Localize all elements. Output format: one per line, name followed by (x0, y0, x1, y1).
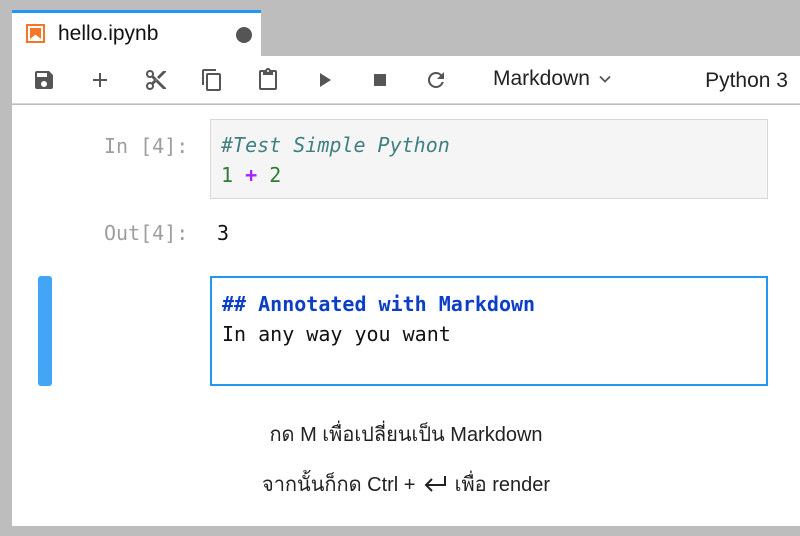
copy-icon[interactable] (199, 67, 225, 93)
notebook-toolbar: Markdown Python 3 (12, 56, 800, 104)
return-key-icon (424, 476, 447, 492)
cell-type-dropdown[interactable]: Markdown (493, 67, 612, 91)
hint-line-1: กด M เพื่อเปลี่ยนเป็น Markdown (269, 424, 543, 446)
input-prompt: In [4]: (104, 134, 189, 158)
notebook-icon (26, 24, 45, 43)
code-number: 2 (269, 163, 282, 187)
chevron-down-icon (599, 75, 611, 83)
notebook-panel: In [4]: #Test Simple Python 1 + 2 Out[4]… (12, 105, 800, 526)
hint-suffix: เพื่อ render (454, 474, 551, 496)
paste-icon[interactable] (255, 67, 281, 93)
cell-type-label: Markdown (493, 67, 590, 90)
code-number: 1 (221, 163, 234, 187)
markdown-cell-editor[interactable]: ## Annotated with Markdown In any way yo… (210, 276, 768, 386)
code-operator: + (245, 163, 258, 187)
cut-icon[interactable] (143, 67, 169, 93)
notebook-tab[interactable]: hello.ipynb (12, 10, 261, 56)
save-icon[interactable] (31, 67, 57, 93)
markdown-body-text: In any way you want (222, 322, 451, 346)
unsaved-dot-icon[interactable] (236, 27, 252, 43)
code-cell-editor[interactable]: #Test Simple Python 1 + 2 (210, 119, 768, 199)
code-comment: #Test Simple Python (221, 133, 450, 157)
cell-output: 3 (217, 221, 230, 245)
hint-line-2: จากนั้นก็กด Ctrl + เพื่อ render (12, 468, 800, 500)
run-icon[interactable] (311, 67, 337, 93)
hint-prefix: จากนั้นก็กด Ctrl + (261, 474, 416, 496)
markdown-header-text: ## Annotated with Markdown (222, 292, 536, 316)
output-prompt: Out[4]: (104, 221, 189, 245)
stop-icon[interactable] (367, 67, 393, 93)
restart-icon[interactable] (423, 67, 449, 93)
cell-collapser[interactable] (38, 276, 52, 386)
kernel-name[interactable]: Python 3 (705, 69, 788, 93)
tab-title: hello.ipynb (58, 22, 159, 45)
add-cell-icon[interactable] (87, 67, 113, 93)
